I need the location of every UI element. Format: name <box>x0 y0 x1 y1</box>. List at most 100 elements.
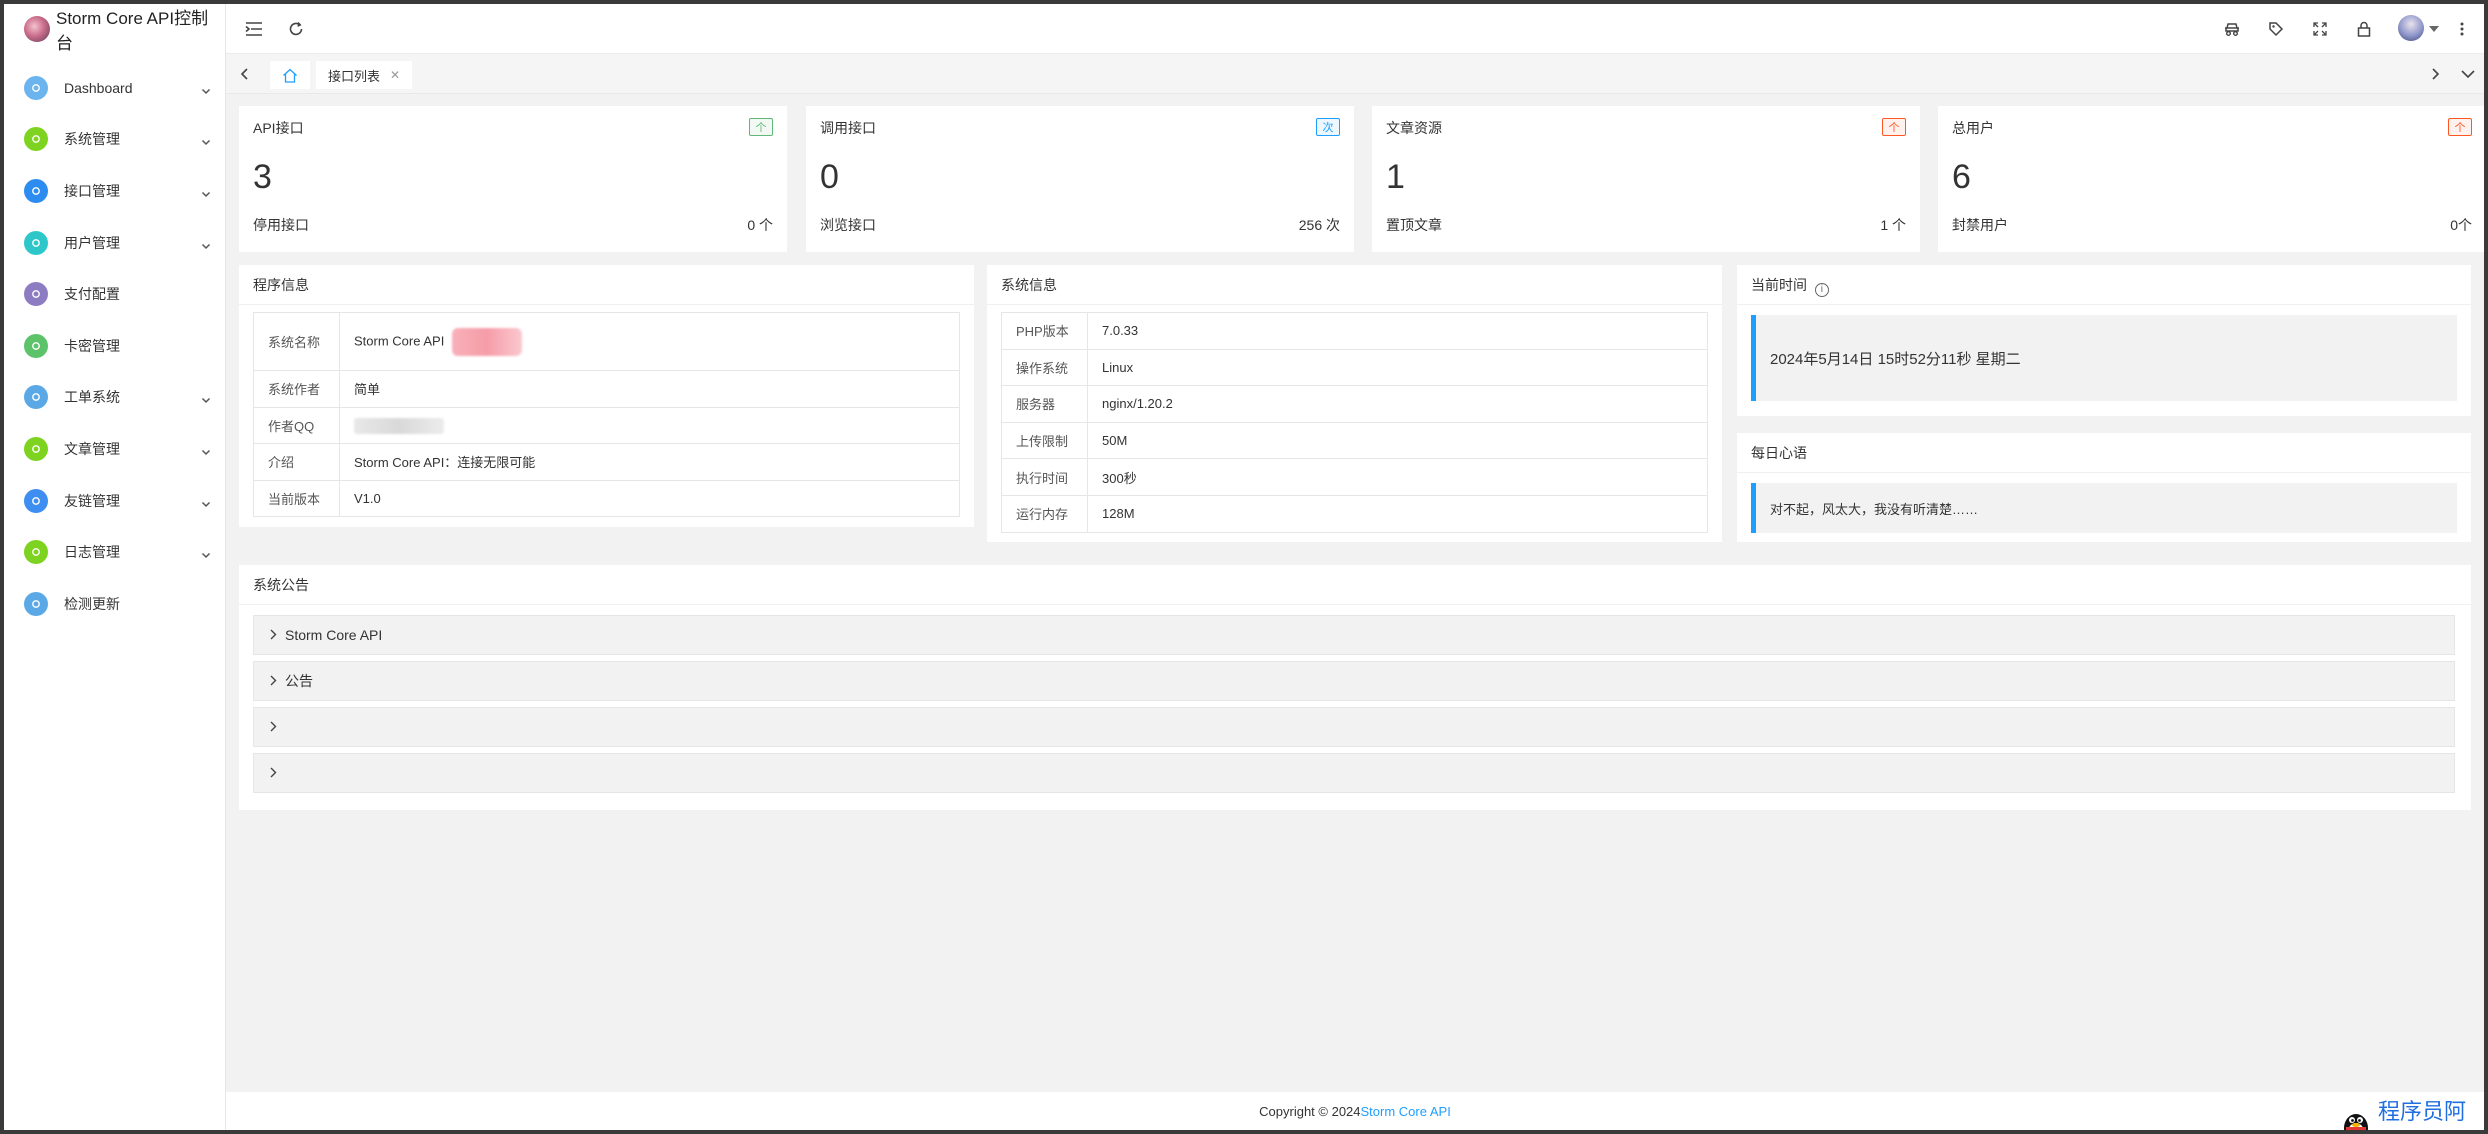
row-value: V1.0 <box>339 479 960 518</box>
current-time-box: 2024年5月14日 15时52分11秒 星期二 <box>1751 315 2457 401</box>
app-title: Storm Core API控制台 <box>55 9 209 53</box>
sidebar-item-6[interactable]: 工单系统 <box>4 372 225 424</box>
log-icon <box>24 540 48 565</box>
chevron-right-icon <box>270 673 277 689</box>
stat-title: 调用接口 <box>820 120 876 136</box>
row-key: 系统名称 <box>253 312 340 371</box>
announcement-item[interactable] <box>253 753 2455 793</box>
row-value: 简单 <box>339 370 960 408</box>
redacted-badge <box>452 327 523 356</box>
row-key: 操作系统 <box>1001 348 1088 387</box>
sidebar-item-label: 支付配置 <box>64 286 120 303</box>
sidebar-item-10[interactable]: 检测更新 <box>4 578 225 630</box>
dashboard-icon <box>24 75 48 100</box>
row-value: 7.0.33 <box>1087 312 1708 350</box>
sidebar-item-0[interactable]: Dashboard <box>4 62 225 114</box>
announcement-item[interactable]: 公告 <box>253 661 2455 701</box>
tabs-scroll-right-icon[interactable] <box>2426 64 2446 84</box>
sidebar-item-5[interactable]: 卡密管理 <box>4 320 225 372</box>
tabs-menu-chevron-down-icon[interactable] <box>2458 64 2478 84</box>
user-avatar[interactable] <box>2398 15 2424 41</box>
stat-card: API接口 个 3 停用接口 0 个 <box>239 106 787 252</box>
table-row: PHP版本 7.0.33 <box>1001 312 1708 350</box>
sidebar-item-4[interactable]: 支付配置 <box>4 268 225 320</box>
fullscreen-icon[interactable] <box>2310 19 2330 39</box>
sidebar-item-label: 接口管理 <box>64 182 120 199</box>
sidebar-item-3[interactable]: 用户管理 <box>4 217 225 269</box>
row-value-text: 7.0.33 <box>1102 323 1139 339</box>
sidebar: Storm Core API控制台 Dashboard 系统管理接口管理用户管理支… <box>4 4 226 1130</box>
more-vertical-icon[interactable] <box>2452 19 2472 39</box>
chevron-right-icon <box>270 765 277 781</box>
sidebar-item-label: 工单系统 <box>64 389 120 406</box>
tabs-scroll-left-icon[interactable] <box>234 64 254 84</box>
stat-sub-value: 1 个 <box>1880 217 1906 233</box>
chevron-down-icon <box>201 238 211 249</box>
table-row: 系统名称 Storm Core API <box>253 312 960 371</box>
sidebar-item-label: 卡密管理 <box>64 337 120 354</box>
article-icon <box>24 436 48 461</box>
watermark: 程序员阿鑫 <box>2340 1094 2484 1130</box>
payment-icon <box>24 282 48 307</box>
sidebar-item-7[interactable]: 文章管理 <box>4 423 225 475</box>
table-row: 当前版本 V1.0 <box>253 479 960 518</box>
announcement-item[interactable]: Storm Core API <box>253 615 2455 655</box>
table-row: 上传限制 50M <box>1001 421 1708 460</box>
info-icon[interactable]: i <box>1814 283 1829 297</box>
stat-sub-value: 0 个 <box>747 217 773 233</box>
lock-icon[interactable] <box>2354 19 2374 39</box>
topbar <box>226 4 2484 54</box>
gear-icon <box>24 127 48 152</box>
footer-copyright: Copyright © 2024 <box>1259 1103 1361 1119</box>
row-value-text: 简单 <box>354 382 381 398</box>
sidebar-item-2[interactable]: 接口管理 <box>4 165 225 217</box>
system-info-header: 系统信息 <box>987 265 1722 305</box>
footer: Copyright © 2024 Storm Core API <box>226 1092 2484 1130</box>
theme-icon[interactable] <box>2222 19 2242 39</box>
stat-sub-value: 256 次 <box>1298 217 1340 233</box>
refresh-icon[interactable] <box>286 19 306 39</box>
tab-home[interactable] <box>270 61 310 89</box>
announcement-title: Storm Core API <box>285 627 383 643</box>
close-icon[interactable]: ✕ <box>390 68 400 82</box>
announcement-item[interactable] <box>253 707 2455 747</box>
tag-icon[interactable] <box>2266 19 2286 39</box>
tab-api-list[interactable]: 接口列表 ✕ <box>316 61 413 89</box>
menu-fold-icon[interactable] <box>244 19 264 39</box>
row-value: 128M <box>1087 494 1708 533</box>
stat-card: 总用户 个 6 封禁用户 0个 <box>1938 106 2484 252</box>
daily-quote-value: 对不起，风太大，我没有听清楚…… <box>1770 501 1979 517</box>
sidebar-item-8[interactable]: 友链管理 <box>4 475 225 527</box>
logo[interactable]: Storm Core API控制台 <box>4 4 225 54</box>
stat-badge: 次 <box>1316 118 1340 136</box>
watermark-text: 程序员阿鑫 <box>2378 1100 2467 1125</box>
announcements-header: 系统公告 <box>239 565 2471 605</box>
card-icon <box>24 333 48 358</box>
sidebar-item-1[interactable]: 系统管理 <box>4 114 225 166</box>
stat-sub-label: 封禁用户 <box>1952 217 2008 233</box>
row-value-text: Storm Core API：连接无限可能 <box>354 455 536 471</box>
sidebar-item-label: 用户管理 <box>64 234 120 251</box>
stat-sub-value: 0个 <box>2450 217 2472 233</box>
table-row: 运行内存 128M <box>1001 494 1708 533</box>
row-value: Storm Core API <box>339 312 960 371</box>
daily-quote-header: 每日心语 <box>1737 433 2471 473</box>
row-key: 当前版本 <box>253 479 340 518</box>
row-key: 运行内存 <box>1001 494 1088 533</box>
sidebar-item-9[interactable]: 日志管理 <box>4 526 225 578</box>
stat-sub-label: 浏览接口 <box>820 217 876 233</box>
update-icon <box>24 591 48 616</box>
row-value-text: V1.0 <box>354 491 381 507</box>
row-value: Linux <box>1087 348 1708 387</box>
program-info-card: 程序信息 系统名称 Storm Core API 系统作者 简单 作者QQ 介绍 Storm… <box>239 265 974 527</box>
row-key: 执行时间 <box>1001 458 1088 496</box>
stat-sub-label: 停用接口 <box>253 217 309 233</box>
chevron-down-icon <box>201 547 211 559</box>
row-key: PHP版本 <box>1001 312 1088 350</box>
chevron-right-icon <box>270 719 277 735</box>
row-value-text: Linux <box>1102 359 1134 375</box>
caret-down-icon[interactable] <box>2428 19 2440 39</box>
home-icon <box>283 68 297 83</box>
table-row: 执行时间 300秒 <box>1001 458 1708 496</box>
footer-link[interactable]: Storm Core API <box>1361 1104 1451 1119</box>
